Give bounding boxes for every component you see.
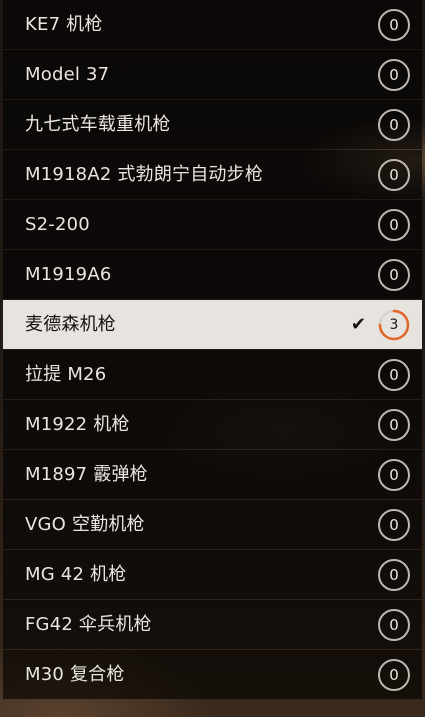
list-item[interactable]: 拉提 M26 0 — [3, 350, 422, 399]
list-item[interactable]: 九七式车载重机枪 0 — [3, 100, 422, 149]
count-value: 0 — [389, 665, 399, 684]
list-item[interactable]: M1922 机枪 0 — [3, 400, 422, 449]
item-label: 九七式车载重机枪 — [25, 114, 171, 135]
item-label: M1897 霰弹枪 — [25, 464, 148, 485]
list-item[interactable]: KE7 机枪 0 — [3, 0, 422, 49]
list-item[interactable]: M1919A6 0 — [3, 250, 422, 299]
count-badge: 0 — [378, 59, 410, 91]
list-item[interactable]: MG 42 机枪 0 — [3, 550, 422, 599]
count-value: 0 — [389, 615, 399, 634]
count-value: 0 — [389, 415, 399, 434]
item-label: KE7 机枪 — [25, 14, 103, 35]
count-badge: 0 — [378, 259, 410, 291]
item-label: 拉提 M26 — [25, 364, 107, 385]
count-badge: 0 — [378, 609, 410, 641]
count-value: 0 — [389, 565, 399, 584]
list-item[interactable]: VGO 空勤机枪 0 — [3, 500, 422, 549]
list-item[interactable]: Model 37 0 — [3, 50, 422, 99]
count-badge: 0 — [378, 409, 410, 441]
list-item-selected[interactable]: 麦德森机枪 ✔ 3 — [3, 300, 422, 349]
count-value: 0 — [389, 115, 399, 134]
count-value: 0 — [389, 165, 399, 184]
item-label: M1918A2 式勃朗宁自动步枪 — [25, 164, 264, 185]
count-badge: 0 — [378, 509, 410, 541]
item-label: S2-200 — [25, 214, 90, 235]
item-label: FG42 伞兵机枪 — [25, 614, 152, 635]
count-badge: 0 — [378, 359, 410, 391]
item-label: 麦德森机枪 — [25, 314, 116, 335]
progress-ring — [378, 309, 410, 341]
weapon-list: KE7 机枪 0 Model 37 0 九七式车载重机枪 0 M1918A2 式… — [3, 0, 422, 699]
checkmark-icon: ✔ — [350, 314, 366, 335]
count-badge: 0 — [378, 659, 410, 691]
item-label: Model 37 — [25, 64, 110, 85]
count-badge: 0 — [378, 459, 410, 491]
count-value: 0 — [389, 465, 399, 484]
count-value: 0 — [389, 265, 399, 284]
list-item[interactable]: S2-200 0 — [3, 200, 422, 249]
list-item[interactable]: M1918A2 式勃朗宁自动步枪 0 — [3, 150, 422, 199]
count-badge: 0 — [378, 159, 410, 191]
count-value: 0 — [389, 215, 399, 234]
list-item[interactable]: M30 复合枪 0 — [3, 650, 422, 699]
count-badge: 0 — [378, 9, 410, 41]
count-badge: 0 — [378, 109, 410, 141]
list-item[interactable]: M1897 霰弹枪 0 — [3, 450, 422, 499]
count-value: 0 — [389, 65, 399, 84]
progress-ring-badge: 3 — [378, 309, 410, 341]
count-badge: 0 — [378, 209, 410, 241]
count-value: 0 — [389, 515, 399, 534]
item-label: M30 复合枪 — [25, 664, 125, 685]
item-label: VGO 空勤机枪 — [25, 514, 145, 535]
item-label: M1922 机枪 — [25, 414, 130, 435]
list-item[interactable]: FG42 伞兵机枪 0 — [3, 600, 422, 649]
count-value: 0 — [389, 15, 399, 34]
item-label: MG 42 机枪 — [25, 564, 127, 585]
item-label: M1919A6 — [25, 264, 112, 285]
count-value: 0 — [389, 365, 399, 384]
count-badge: 0 — [378, 559, 410, 591]
